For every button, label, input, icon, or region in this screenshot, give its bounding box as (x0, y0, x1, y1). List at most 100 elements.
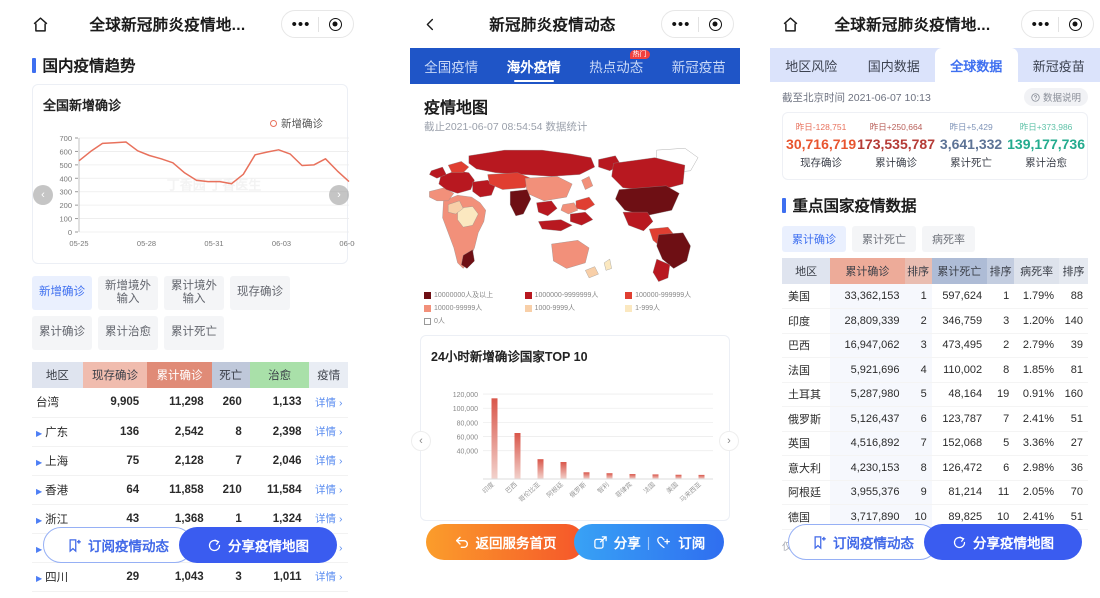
table-row[interactable]: 印度 28,809,339 2 346,759 3 1.20% 140 (782, 308, 1088, 334)
share-label: 分享疫情地图 (228, 539, 309, 554)
legend-label: 10000000人及以上 (434, 292, 494, 299)
table-row[interactable]: 英国 4,516,892 7 152,068 5 3.36% 27 (782, 431, 1088, 456)
svg-text:印度: 印度 (480, 479, 496, 495)
metric-tag-1[interactable]: 新增境外 输入 (98, 276, 158, 310)
panel2-navbar: 新冠肺炎疫情动态 ••• (410, 0, 740, 48)
table-row[interactable]: 台湾 9,905 11,298 260 1,133 详情 › (32, 388, 348, 418)
stat-label: 累计确诊 (875, 157, 918, 169)
bar-prev-button[interactable]: ‹ (411, 431, 431, 451)
legend-item-3: 10000-99999人 (424, 303, 525, 313)
subtab-2[interactable]: 病死率 (922, 226, 975, 252)
table-row[interactable]: 法国 5,921,696 4 110,002 8 1.85% 81 (782, 357, 1088, 383)
expand-caret-icon[interactable]: ▶ (36, 458, 42, 467)
table-row[interactable]: ▶ 四川 29 1,043 3 1,011 详情 › (32, 562, 348, 592)
tab-1[interactable]: 海外疫情 (493, 48, 576, 84)
cell-r1: 8 (904, 455, 932, 481)
region-cell: ▶云南 (32, 591, 83, 598)
tab-3[interactable]: 新冠疫苗 (658, 48, 741, 84)
tab-1[interactable]: 国内数据 (853, 48, 936, 82)
table-row[interactable]: 土耳其 5,287,980 5 48,164 19 0.91% 160 (782, 382, 1088, 407)
col-header-4: 排序 (987, 258, 1015, 284)
detail-link[interactable]: 详情 › (309, 475, 348, 505)
table-row[interactable]: ▶ 上海 75 2,128 7 2,046 详情 › (32, 446, 348, 476)
tab-3[interactable]: 新冠疫苗 (1018, 48, 1100, 82)
cell-heal: 1,011 (249, 562, 310, 592)
share-refresh-icon (953, 536, 966, 548)
back-home-button[interactable]: 返回服务首页 (426, 524, 584, 560)
detail-link[interactable]: 详情 › (309, 446, 348, 476)
table-row[interactable]: 俄罗斯 5,126,437 6 123,787 7 2.41% 51 (782, 406, 1088, 432)
global-tabbar: 地区风险 国内数据 全球数据 新冠疫苗 (770, 48, 1100, 82)
legend-item-2: 100000-999999人 (625, 290, 726, 300)
cell-die: 3 (211, 562, 250, 592)
share-map-button[interactable]: 分享疫情地图 (179, 527, 337, 563)
detail-link[interactable]: 详情 › (309, 562, 348, 592)
table-row[interactable]: 美国 33,362,153 1 597,624 1 1.79% 88 (782, 284, 1088, 309)
close-target-icon[interactable] (1059, 17, 1091, 31)
stat-value: 3,641,332 (939, 136, 1003, 152)
tab-2[interactable]: 全球数据 (935, 48, 1018, 82)
detail-link[interactable]: 详情 › (309, 417, 348, 447)
close-target-icon[interactable] (699, 17, 731, 31)
table-row[interactable]: ▶ 香港 64 11,858 210 11,584 详情 › (32, 475, 348, 505)
region-cell: ▶ 香港 (32, 475, 83, 505)
bar-next-button[interactable]: › (719, 431, 739, 451)
title-accent-bar (782, 197, 786, 213)
heart-plus-icon (657, 536, 671, 548)
table-header-row: 地区 累计确诊 排序 累计死亡 排序 病死率 排序 (782, 258, 1088, 284)
home-icon[interactable] (776, 10, 804, 38)
expand-caret-icon[interactable]: ▶ (36, 574, 42, 583)
tab-0[interactable]: 全国疫情 (410, 48, 493, 84)
undo-arrow-icon (455, 536, 468, 549)
stat-value: 30,716,719 (786, 136, 857, 152)
more-menu-icon[interactable]: ••• (284, 17, 318, 32)
table-row[interactable]: ▶ 广东 136 2,542 8 2,398 详情 › (32, 417, 348, 447)
cell-region: 美国 (782, 284, 831, 309)
table-row[interactable]: 意大利 4,230,153 8 126,472 6 2.98% 36 (782, 455, 1088, 481)
table-row[interactable]: 阿根廷 3,955,376 9 81,214 11 2.05% 70 (782, 480, 1088, 505)
subtab-0[interactable]: 累计确诊 (782, 226, 846, 252)
metric-tag-3[interactable]: 现存确诊 (230, 276, 290, 310)
svg-text:40,000: 40,000 (457, 449, 479, 456)
subscribe-button[interactable]: 订阅疫情动态 (43, 527, 193, 563)
col-header-6: 排序 (1059, 258, 1088, 284)
bar-chart-card: 24小时新增确诊国家TOP 10 ‹ › 40,000 60,000 80,000 1… (411, 335, 739, 521)
expand-caret-icon[interactable]: ▶ (36, 516, 42, 525)
expand-caret-icon[interactable]: ▶ (36, 429, 42, 438)
metric-tag-4[interactable]: 累计确诊 (32, 316, 92, 350)
svg-text:100,000: 100,000 (453, 406, 478, 413)
stat-delta: 昨日+5,429 (949, 122, 993, 132)
tab-2[interactable]: 热点动态 热门 (575, 48, 658, 84)
share-subscribe-button[interactable]: 分享 | 订阅 (574, 524, 724, 560)
detail-link[interactable]: 详情 › (309, 388, 348, 418)
col-header-1: 累计确诊 (830, 258, 905, 284)
subscribe-button[interactable]: 订阅疫情动态 (788, 524, 938, 560)
data-note-button[interactable]: 数据说明 (1023, 88, 1088, 106)
metric-tag-0[interactable]: 新增确诊 (32, 276, 92, 310)
share-map-button[interactable]: 分享疫情地图 (924, 524, 1082, 560)
legend-swatch (524, 304, 532, 312)
metric-tag-2[interactable]: 累计境外 输入 (164, 276, 224, 310)
legend-label: 0人 (434, 318, 445, 325)
more-menu-icon[interactable]: ••• (664, 17, 698, 32)
close-target-icon[interactable] (319, 17, 351, 31)
legend-label: 100000-999999人 (635, 292, 692, 299)
home-icon[interactable] (26, 10, 54, 38)
table-row[interactable]: 巴西 16,947,062 3 473,495 2 2.79% 39 (782, 333, 1088, 358)
table-row[interactable]: ▶云南203602338详情 › (32, 591, 348, 598)
more-menu-icon[interactable]: ••• (1024, 17, 1058, 32)
cell-r2: 5 (987, 431, 1015, 456)
svg-text:80,000: 80,000 (457, 420, 479, 427)
subtab-1[interactable]: 累计死亡 (852, 226, 916, 252)
expand-caret-icon[interactable]: ▶ (36, 487, 42, 496)
chart-next-button[interactable]: › (329, 184, 349, 205)
cell-cur: 75 (82, 446, 148, 476)
detail-link[interactable]: 详情 › (309, 591, 348, 598)
metric-tag-6[interactable]: 累计死亡 (164, 316, 224, 350)
world-map[interactable] (420, 138, 730, 288)
chart-prev-button[interactable]: ‹ (33, 184, 53, 205)
tab-0[interactable]: 地区风险 (770, 48, 853, 82)
back-arrow-icon[interactable] (416, 10, 444, 38)
metric-tag-5[interactable]: 累计治愈 (98, 316, 158, 350)
legend-item-6: 0人 (424, 316, 525, 326)
